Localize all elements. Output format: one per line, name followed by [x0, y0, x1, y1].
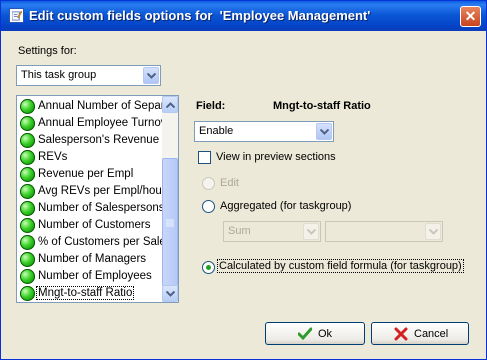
- dialog-window: Edit custom fields options for 'Employee…: [0, 0, 487, 360]
- list-item-label: Number of Customers: [38, 219, 151, 231]
- list-item[interactable]: Annual Employee Turnove: [18, 115, 173, 132]
- green-status-icon: [20, 150, 35, 165]
- field-name: Mngt-to-staff Ratio: [273, 100, 371, 112]
- settings-dropdown-button[interactable]: [143, 67, 159, 84]
- grip-icon: [166, 219, 174, 227]
- list-item-label: Revenue per Empl: [38, 168, 134, 180]
- list-item-label: Annual Employee Turnove: [38, 117, 173, 129]
- list-item-label: Salesperson's Revenue: [38, 134, 160, 146]
- scroll-thumb[interactable]: [162, 158, 178, 286]
- state-dropdown-button[interactable]: [316, 123, 332, 140]
- calculated-label: Calculated by custom field formula (for …: [217, 259, 464, 273]
- list-item-label: Number of Salespersons: [38, 202, 165, 214]
- aggregate-function-dropdown[interactable]: [303, 223, 319, 240]
- calculated-radio[interactable]: [202, 261, 215, 274]
- edit-label: Edit: [220, 177, 239, 189]
- list-item[interactable]: Mngt-to-staff Ratio: [18, 285, 161, 302]
- scroll-down-button[interactable]: [162, 285, 178, 302]
- scroll-up-button[interactable]: [162, 96, 178, 113]
- green-status-icon: [20, 218, 35, 233]
- chevron-down-icon: [307, 229, 316, 235]
- list-item[interactable]: Number of Salespersons: [18, 200, 165, 217]
- list-item[interactable]: Avg REVs per Empl/hour: [18, 183, 166, 200]
- window-title: Edit custom fields options for 'Employee…: [29, 8, 371, 23]
- cancel-x-icon: [394, 327, 408, 341]
- green-status-icon: [20, 235, 35, 250]
- green-status-icon: [20, 167, 35, 182]
- cancel-button[interactable]: Cancel: [371, 322, 469, 345]
- aggregate-target-select[interactable]: [325, 221, 443, 242]
- list-item-label: Avg REVs per Empl/hour: [38, 185, 166, 197]
- preview-label: View in preview sections: [216, 151, 336, 163]
- list-item-label: Number of Managers: [38, 253, 147, 265]
- green-status-icon: [20, 252, 35, 267]
- green-status-icon: [20, 99, 35, 114]
- chevron-down-icon: [320, 129, 329, 135]
- checkmark-icon: [298, 327, 312, 341]
- aggregate-function-select[interactable]: Sum: [223, 221, 321, 242]
- aggregate-function-value: Sum: [228, 225, 251, 237]
- aggregate-target-dropdown[interactable]: [425, 223, 441, 240]
- list-item[interactable]: Number of Managers: [18, 251, 161, 268]
- list-item-label: REVs: [38, 151, 68, 163]
- aggregated-radio[interactable]: [202, 200, 215, 213]
- edit-radio[interactable]: [202, 177, 215, 190]
- green-status-icon: [20, 184, 35, 199]
- chevron-down-icon: [166, 291, 175, 297]
- list-item[interactable]: Revenue per Empl: [18, 166, 161, 183]
- green-status-icon: [20, 133, 35, 148]
- settings-for-select[interactable]: This task group: [16, 65, 161, 86]
- green-status-icon: [20, 269, 35, 284]
- list-item-label: Annual Number of Separa: [38, 100, 171, 112]
- close-icon: ✕: [464, 8, 477, 24]
- list-item[interactable]: Annual Number of Separa: [18, 98, 171, 115]
- list-item[interactable]: % of Customers per Salesp: [18, 234, 178, 251]
- title-bar[interactable]: Edit custom fields options for 'Employee…: [1, 1, 486, 31]
- green-status-icon: [20, 286, 35, 301]
- close-button[interactable]: ✕: [460, 6, 481, 27]
- settings-for-label: Settings for:: [18, 45, 77, 57]
- field-label: Field:: [196, 100, 226, 112]
- list-item[interactable]: Number of Employees: [18, 268, 161, 285]
- ok-button[interactable]: Ok: [265, 322, 365, 345]
- custom-fields-list[interactable]: Annual Number of Separa Annual Employee T…: [16, 95, 179, 303]
- green-status-icon: [20, 116, 35, 131]
- aggregated-label: Aggregated (for taskgroup): [220, 200, 352, 212]
- settings-for-value: This task group: [21, 69, 97, 81]
- list-item[interactable]: Salesperson's Revenue: [18, 132, 161, 149]
- green-status-icon: [20, 201, 35, 216]
- list-item[interactable]: Number of Customers: [18, 217, 161, 234]
- cancel-label: Cancel: [414, 328, 449, 340]
- list-item-label: % of Customers per Salesp: [38, 236, 178, 248]
- list-scrollbar[interactable]: [162, 96, 178, 302]
- ok-label: Ok: [318, 328, 333, 340]
- edit-form-icon: [9, 8, 24, 23]
- chevron-up-icon: [166, 102, 175, 108]
- list-item[interactable]: REVs: [18, 149, 161, 166]
- field-state-select[interactable]: Enable: [194, 121, 334, 142]
- list-item-label: Number of Employees: [38, 270, 152, 282]
- field-state-value: Enable: [199, 125, 234, 137]
- chevron-down-icon: [147, 73, 156, 79]
- list-item-label: Mngt-to-staff Ratio: [35, 286, 135, 300]
- chevron-down-icon: [429, 229, 438, 235]
- preview-checkbox[interactable]: [198, 151, 211, 164]
